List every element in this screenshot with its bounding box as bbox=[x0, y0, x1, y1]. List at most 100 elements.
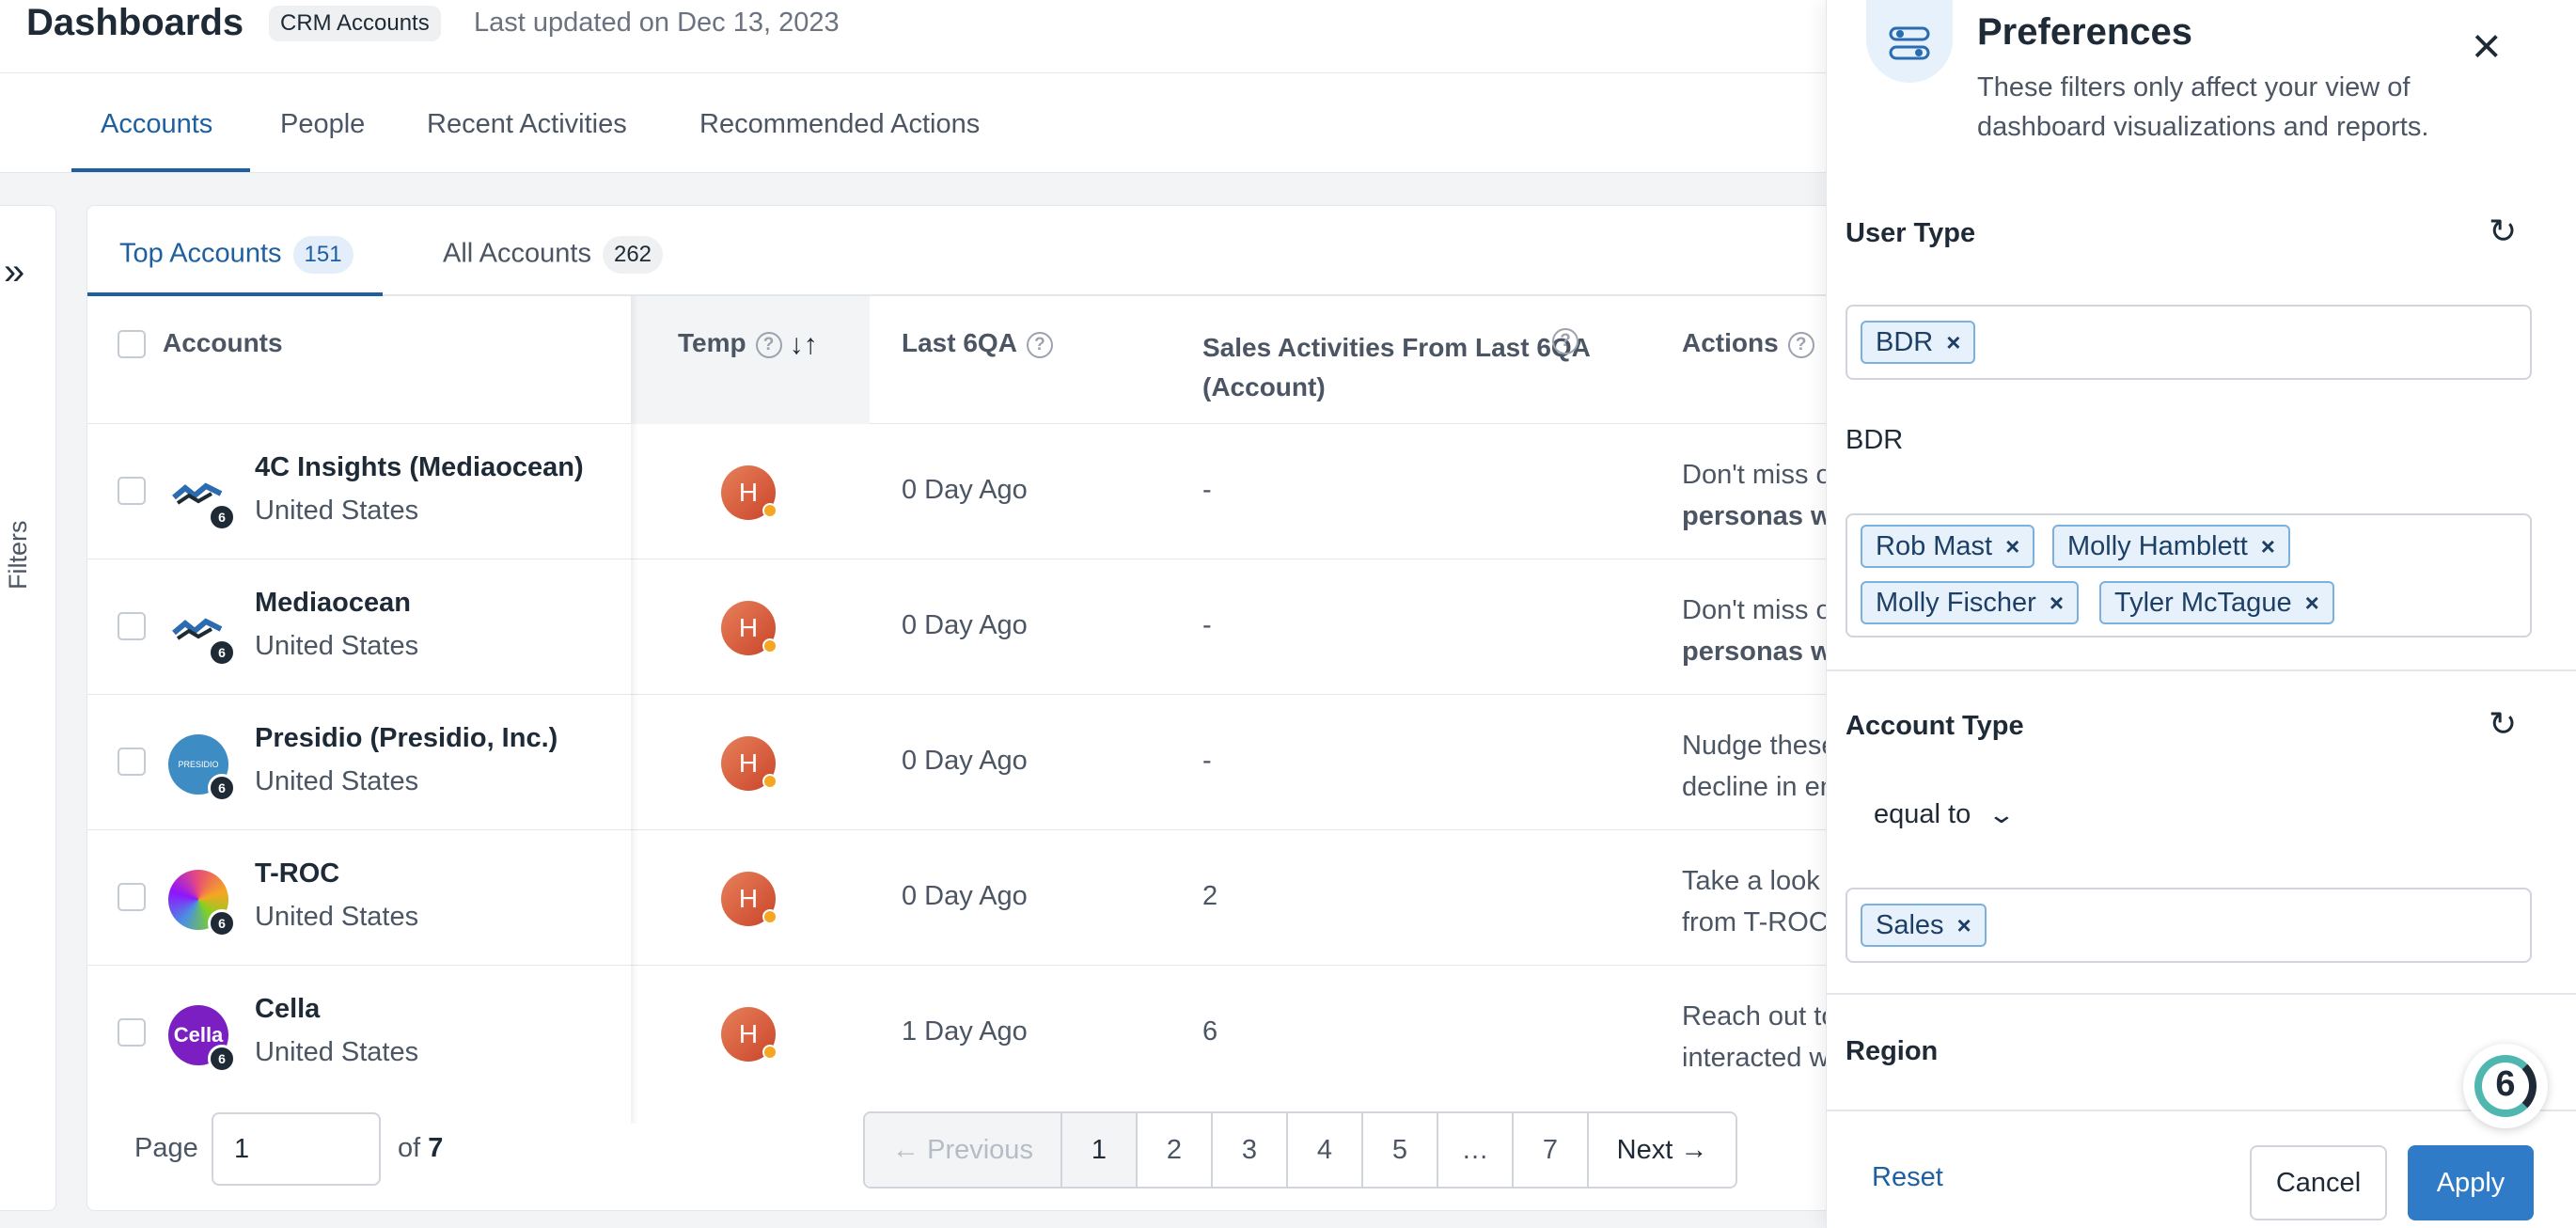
action-line-1: Don't miss out bbox=[1682, 595, 1842, 625]
user-type-sublabel: BDR bbox=[1846, 425, 1904, 455]
tag-label: BDR bbox=[1876, 327, 1934, 357]
last-6qa-value: 1 Day Ago bbox=[902, 1016, 1028, 1047]
preferences-description: These filters only affect your view of d… bbox=[1977, 72, 2429, 142]
account-country: United States bbox=[255, 631, 419, 661]
row-checkbox[interactable] bbox=[118, 477, 146, 505]
tab-recommended-actions[interactable]: Recommended Actions bbox=[699, 109, 980, 140]
row-checkbox[interactable] bbox=[118, 612, 146, 640]
user-type-tag: BDR × bbox=[1861, 321, 1976, 364]
temp-hot-badge: H bbox=[721, 1007, 778, 1062]
sixsense-badge-icon: 6 bbox=[208, 638, 236, 667]
double-chevron-right-icon[interactable]: » bbox=[4, 253, 24, 291]
account-name[interactable]: T-ROC bbox=[255, 858, 339, 890]
recommended-action[interactable]: Don't miss out personas who bbox=[1682, 590, 1842, 674]
presidio-logo-text: PRESIDIO bbox=[178, 760, 219, 769]
help-icon[interactable]: ? bbox=[755, 331, 782, 358]
table-row[interactable]: 6 Mediaocean United States H 0 Day Ago -… bbox=[87, 559, 1928, 695]
row-checkbox[interactable] bbox=[118, 748, 146, 776]
filters-sidebar[interactable]: » Filters bbox=[0, 205, 56, 1211]
remove-tag-icon[interactable]: × bbox=[2005, 532, 2019, 560]
column-last-6qa[interactable]: Last 6QA? bbox=[902, 296, 1053, 424]
account-country: United States bbox=[255, 902, 419, 932]
next-page-button[interactable]: Next → bbox=[1589, 1113, 1736, 1187]
sales-activities-value: - bbox=[1202, 746, 1212, 776]
row-checkbox[interactable] bbox=[118, 1018, 146, 1047]
column-actions[interactable]: Actions? bbox=[1682, 296, 1814, 424]
page-ellipsis-button[interactable]: … bbox=[1438, 1113, 1514, 1187]
table-row[interactable]: 6 T-ROC United States H 0 Day Ago 2 Take… bbox=[87, 830, 1928, 966]
column-accounts[interactable]: Accounts bbox=[163, 296, 283, 424]
table-row[interactable]: 6 4C Insights (Mediaocean) United States… bbox=[87, 424, 1928, 559]
tab-recent-activities[interactable]: Recent Activities bbox=[427, 109, 627, 140]
account-name[interactable]: Cella bbox=[255, 994, 320, 1025]
action-line-2: from T-ROC bbox=[1682, 907, 1829, 937]
tab-top-accounts[interactable]: Top Accounts 151 bbox=[119, 236, 353, 274]
reset-link[interactable]: Reset bbox=[1872, 1162, 1943, 1193]
tab-accounts[interactable]: Accounts bbox=[101, 109, 212, 140]
account-name[interactable]: Mediaocean bbox=[255, 588, 411, 619]
page-button-5[interactable]: 5 bbox=[1363, 1113, 1438, 1187]
row-checkbox[interactable] bbox=[118, 883, 146, 911]
recommended-action[interactable]: Take a look at from T-ROC bbox=[1682, 860, 1842, 945]
region-title: Region bbox=[1846, 1036, 1939, 1066]
cancel-button[interactable]: Cancel bbox=[2250, 1145, 2387, 1220]
sort-icon[interactable]: ↓↑ bbox=[790, 329, 818, 361]
company-logo: 6 bbox=[168, 599, 236, 667]
top-accounts-count: 151 bbox=[292, 236, 353, 274]
table-row[interactable]: Cella 6 Cella United States H 1 Day Ago … bbox=[87, 966, 1928, 1078]
account-type-select[interactable]: Sales × bbox=[1846, 888, 2532, 963]
help-icon[interactable]: ? bbox=[1787, 331, 1814, 358]
cella-logo-text: Cella bbox=[173, 1023, 224, 1047]
temp-dot-icon bbox=[762, 503, 778, 518]
table-row[interactable]: PRESIDIO 6 Presidio (Presidio, Inc.) Uni… bbox=[87, 695, 1928, 830]
temp-value: H bbox=[738, 613, 759, 642]
account-name[interactable]: 4C Insights (Mediaocean) bbox=[255, 452, 584, 483]
help-icon[interactable]: ? bbox=[1026, 331, 1053, 358]
page-button-7[interactable]: 7 bbox=[1514, 1113, 1589, 1187]
account-sub-tabs: Top Accounts 151 All Accounts 262 bbox=[87, 206, 1928, 296]
tab-people[interactable]: People bbox=[280, 109, 365, 140]
column-sales-activities[interactable]: Sales Activities From Last 6QA (Account) bbox=[1202, 296, 1597, 424]
remove-tag-icon[interactable]: × bbox=[2050, 589, 2064, 617]
page-number-input[interactable]: 1 bbox=[212, 1112, 381, 1186]
action-line-2: personas who bbox=[1682, 501, 1842, 531]
recommended-action[interactable]: Reach out to interacted with bbox=[1682, 996, 1842, 1078]
remove-tag-icon[interactable]: × bbox=[1957, 911, 1971, 939]
page-button-2[interactable]: 2 bbox=[1138, 1113, 1213, 1187]
tab-all-accounts[interactable]: All Accounts 262 bbox=[443, 236, 664, 274]
remove-tag-icon[interactable]: × bbox=[2305, 589, 2319, 617]
select-all-checkbox[interactable] bbox=[118, 330, 146, 358]
user-tag: Molly Fischer × bbox=[1861, 581, 2079, 624]
refresh-icon[interactable]: ↻ bbox=[2489, 214, 2517, 248]
user-type-select[interactable]: BDR × bbox=[1846, 305, 2532, 380]
account-country: United States bbox=[255, 1037, 419, 1067]
help-icon[interactable]: ? bbox=[1552, 328, 1579, 354]
assistant-launcher-button[interactable]: 6 bbox=[2463, 1044, 2548, 1128]
temp-hot-badge: H bbox=[721, 736, 778, 791]
page-button-3[interactable]: 3 bbox=[1213, 1113, 1288, 1187]
last-updated-text: Last updated on Dec 13, 2023 bbox=[474, 8, 840, 38]
page-button-1[interactable]: 1 bbox=[1062, 1113, 1138, 1187]
pagination-bar: ← Previous 1 2 3 4 5 … 7 Next → bbox=[863, 1111, 1737, 1189]
remove-tag-icon[interactable]: × bbox=[1946, 328, 1960, 356]
account-type-tag: Sales × bbox=[1861, 904, 1987, 947]
recommended-action[interactable]: Nudge these decline in eng bbox=[1682, 725, 1842, 810]
previous-page-button[interactable]: ← Previous bbox=[865, 1113, 1062, 1187]
temp-hot-badge: H bbox=[721, 872, 778, 926]
close-icon[interactable]: × bbox=[2472, 21, 2502, 71]
apply-button[interactable]: Apply bbox=[2408, 1145, 2534, 1220]
account-country: United States bbox=[255, 496, 419, 526]
tag-label: Rob Mast bbox=[1876, 531, 1993, 561]
chevron-down-icon: ⌄ bbox=[1987, 800, 2017, 828]
page-button-4[interactable]: 4 bbox=[1288, 1113, 1363, 1187]
refresh-icon[interactable]: ↻ bbox=[2489, 707, 2517, 741]
operator-dropdown[interactable]: equal to ⌄ bbox=[1874, 799, 2016, 830]
account-name[interactable]: Presidio (Presidio, Inc.) bbox=[255, 723, 558, 754]
column-temp[interactable]: Temp? ↓↑ bbox=[678, 296, 818, 424]
users-select[interactable]: Rob Mast × Molly Hamblett × Molly Fischer ×… bbox=[1846, 513, 2532, 638]
user-tag: Tyler McTague × bbox=[2099, 581, 2334, 624]
recommended-action[interactable]: Don't miss out personas who bbox=[1682, 454, 1842, 539]
remove-tag-icon[interactable]: × bbox=[2261, 532, 2275, 560]
company-logo: PRESIDIO 6 bbox=[168, 734, 236, 802]
previous-label: Previous bbox=[927, 1135, 1033, 1165]
